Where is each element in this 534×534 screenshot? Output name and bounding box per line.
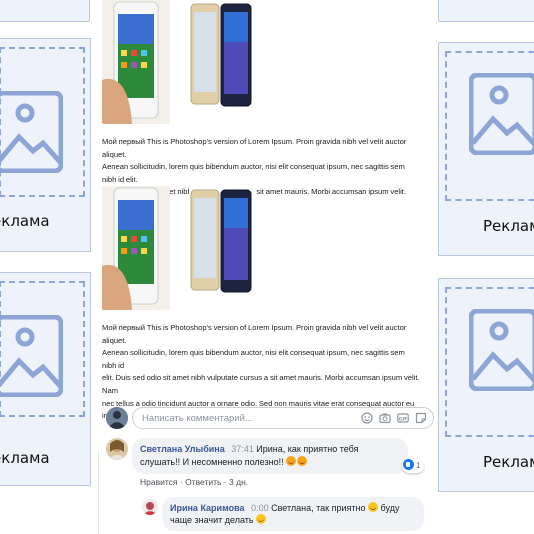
comment-timestamp-link[interactable]: 37:41 bbox=[231, 444, 254, 454]
sticker-icon[interactable] bbox=[415, 412, 427, 424]
like-icon bbox=[403, 459, 414, 470]
text-line: Aenean sollicitudin, lorem quis bibendum… bbox=[102, 348, 405, 370]
separator-dot: · bbox=[223, 477, 227, 487]
kiss-emoji-icon bbox=[286, 456, 297, 466]
text-line: Мой первый This is Photoshop's version o… bbox=[102, 137, 407, 159]
image-placeholder-icon bbox=[469, 309, 534, 391]
image-placeholder-icon bbox=[469, 73, 534, 155]
ad-label: Реклама bbox=[0, 212, 50, 230]
reply-comment-button[interactable]: Ответить bbox=[185, 477, 221, 487]
ad-label: Реклама bbox=[483, 217, 534, 235]
phone-white-android-image bbox=[102, 0, 170, 124]
text-line: elit. Duis sed odio sit amet nibh vulput… bbox=[102, 373, 420, 395]
comment-author-link[interactable]: Светлана Улыбина bbox=[140, 444, 225, 454]
comment-reaction-count[interactable]: 1 bbox=[402, 459, 425, 473]
phone-samsung-pair-image bbox=[189, 186, 255, 296]
reply-text-line: буду bbox=[380, 503, 400, 513]
replier-avatar[interactable] bbox=[142, 499, 158, 515]
svg-text:GIF: GIF bbox=[399, 416, 408, 422]
smile-emoji-icon bbox=[256, 514, 267, 524]
image-placeholder-icon bbox=[0, 91, 63, 173]
separator-dot: · bbox=[179, 477, 183, 487]
text-line: Мой первый This is Photoshop's version o… bbox=[102, 323, 407, 345]
ad-block-right-top[interactable] bbox=[438, 0, 534, 22]
ad-label: Реклама bbox=[483, 453, 534, 471]
current-user-avatar[interactable] bbox=[106, 407, 128, 429]
smile-emoji-icon bbox=[368, 502, 379, 512]
gif-icon[interactable]: GIF bbox=[397, 412, 409, 424]
comments-section: Написать комментарий... GIF Светлана Улы… bbox=[98, 398, 438, 534]
reply-text-line: Светлана, так приятно bbox=[271, 503, 366, 513]
like-comment-button[interactable]: Нравится bbox=[140, 477, 178, 487]
phone-samsung-pair-image bbox=[189, 0, 255, 110]
commenter-avatar[interactable] bbox=[106, 438, 128, 460]
kiss-emoji-icon bbox=[297, 456, 308, 466]
comment-input-placeholder: Написать комментарий... bbox=[142, 413, 253, 424]
emoji-icon[interactable] bbox=[361, 412, 373, 424]
phone-white-android-image bbox=[102, 186, 170, 310]
reply-author-link[interactable]: Ирина Каримова bbox=[170, 503, 245, 513]
reply-text-line: чаще значит делать bbox=[170, 515, 254, 525]
ad-label: Реклама bbox=[0, 449, 50, 467]
comment-bubble: Светлана Улыбина 37:41 Ирина, как приятн… bbox=[132, 438, 408, 474]
reply-bubble: Ирина Каримова 0:00 Светлана, так приятн… bbox=[162, 497, 424, 531]
comment-input[interactable]: Написать комментарий... GIF bbox=[132, 407, 434, 429]
reaction-count: 1 bbox=[416, 461, 421, 470]
ad-block-left-2[interactable]: Реклама bbox=[0, 272, 91, 486]
comment-actions: Нравится · Ответить · 3 дн. bbox=[140, 477, 248, 487]
camera-icon[interactable] bbox=[379, 412, 391, 424]
image-placeholder-icon bbox=[0, 315, 63, 397]
thread-line bbox=[98, 450, 99, 534]
ad-block-left-1[interactable]: Реклама bbox=[0, 38, 91, 252]
comment-text-line: слушать!! И несомненно полезно!! bbox=[140, 457, 284, 467]
reply-timestamp-link[interactable]: 0:00 bbox=[251, 503, 269, 513]
ad-block-left-top[interactable] bbox=[0, 0, 90, 22]
text-line: Aenean sollicitudin, lorem quis bibendum… bbox=[102, 162, 405, 184]
ad-block-right-1[interactable]: Реклама bbox=[438, 42, 534, 256]
comment-text-line: Ирина, как приятно тебя bbox=[256, 444, 359, 454]
ad-block-right-2[interactable]: Реклама bbox=[438, 278, 534, 492]
comment-age-link[interactable]: 3 дн. bbox=[229, 477, 248, 487]
